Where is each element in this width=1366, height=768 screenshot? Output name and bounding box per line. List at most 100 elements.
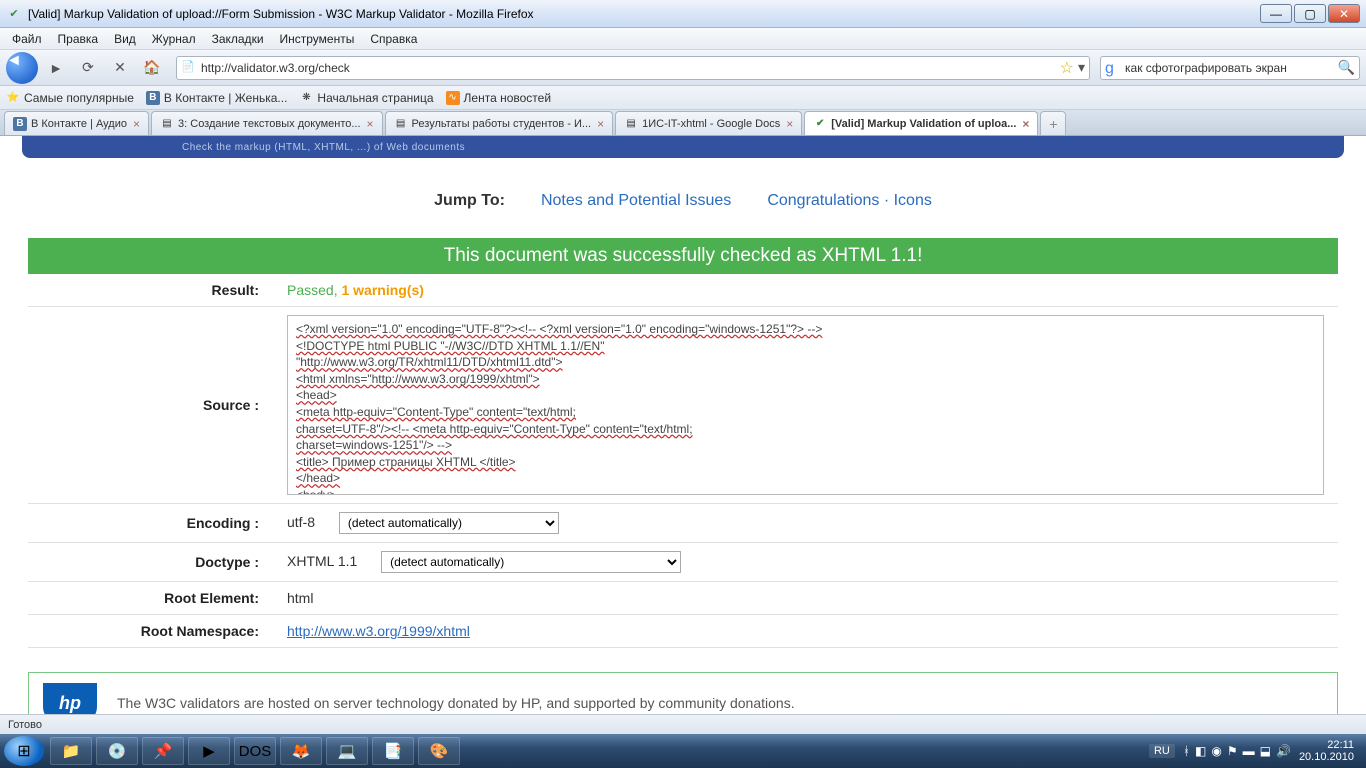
encoding-select[interactable]: (detect automatically) bbox=[339, 512, 559, 534]
doctype-label: Doctype : bbox=[28, 543, 273, 582]
menu-закладки[interactable]: Закладки bbox=[204, 30, 272, 48]
gear-icon: ❋ bbox=[299, 91, 313, 105]
jumpto-link-notes[interactable]: Notes and Potential Issues bbox=[541, 192, 731, 210]
bookmark-star-icon[interactable]: ☆ bbox=[1060, 58, 1074, 78]
tab[interactable]: ▤ Результаты работы студентов - И... × bbox=[385, 111, 614, 135]
menu-вид[interactable]: Вид bbox=[106, 30, 144, 48]
result-passed: Passed, bbox=[287, 282, 341, 298]
tray-icon[interactable]: ⬓ bbox=[1260, 744, 1271, 758]
back-button[interactable]: ◄ bbox=[6, 52, 38, 84]
flag-icon[interactable]: ⚑ bbox=[1227, 744, 1238, 758]
results-table: Result: Passed, 1 warning(s) Source : <?… bbox=[28, 274, 1338, 648]
result-label: Result: bbox=[28, 274, 273, 307]
tab-label: В Контакте | Аудио bbox=[31, 118, 127, 130]
bookmark-label: Начальная страница bbox=[317, 91, 433, 105]
home-button[interactable]: 🏠 bbox=[138, 54, 166, 82]
network-icon[interactable]: ▬ bbox=[1243, 744, 1255, 758]
taskbar-app-button[interactable]: 🎨 bbox=[418, 737, 460, 765]
search-go-icon[interactable]: 🔍 bbox=[1338, 59, 1355, 76]
maximize-button[interactable]: ▢ bbox=[1294, 4, 1326, 23]
tab-label: [Valid] Markup Validation of uploa... bbox=[831, 118, 1016, 130]
url-input[interactable] bbox=[201, 61, 1056, 75]
url-dropdown-icon[interactable]: ▾ bbox=[1078, 59, 1085, 76]
doc-icon: ▤ bbox=[394, 117, 408, 131]
bookmark-item[interactable]: ❋ Начальная страница bbox=[299, 91, 433, 105]
vk-icon: B bbox=[146, 91, 160, 105]
tab-close-icon[interactable]: × bbox=[367, 117, 374, 131]
tray-icon[interactable]: ◉ bbox=[1211, 744, 1221, 758]
menu-файл[interactable]: Файл bbox=[4, 30, 50, 48]
hp-logo: hp bbox=[43, 683, 97, 714]
forward-button[interactable]: ► bbox=[42, 54, 70, 82]
jumpto-link-congrats[interactable]: Congratulations · Icons bbox=[767, 192, 932, 210]
tray-icon[interactable]: ◧ bbox=[1195, 744, 1206, 758]
page-content: Check the markup (HTML, XHTML, ...) of W… bbox=[0, 136, 1366, 714]
window-title: [Valid] Markup Validation of upload://Fo… bbox=[28, 7, 534, 21]
url-bar[interactable]: 📄 ☆ ▾ bbox=[176, 56, 1090, 80]
menu-инструменты[interactable]: Инструменты bbox=[272, 30, 363, 48]
taskbar-app-button[interactable]: ▶ bbox=[188, 737, 230, 765]
stop-button[interactable]: ✕ bbox=[106, 54, 134, 82]
tabs-strip: BВ Контакте | Аудио×▤3: Создание текстов… bbox=[0, 110, 1366, 136]
menu-справка[interactable]: Справка bbox=[362, 30, 425, 48]
search-bar[interactable]: g 🔍 bbox=[1100, 56, 1360, 80]
status-text: Готово bbox=[8, 719, 42, 731]
reload-button[interactable]: ⟳ bbox=[74, 54, 102, 82]
new-tab-button[interactable]: + bbox=[1040, 111, 1066, 135]
menu-правка[interactable]: Правка bbox=[50, 30, 107, 48]
clock[interactable]: 22:11 20.10.2010 bbox=[1299, 739, 1354, 763]
valid-icon: ✔ bbox=[813, 117, 827, 131]
bookmark-label: Лента новостей bbox=[464, 91, 552, 105]
tab-close-icon[interactable]: × bbox=[1022, 117, 1029, 131]
taskbar-app-button[interactable]: 📑 bbox=[372, 737, 414, 765]
rss-icon: ∿ bbox=[446, 91, 460, 105]
time-text: 22:11 bbox=[1299, 739, 1354, 751]
windows-logo-icon: ⊞ bbox=[17, 741, 30, 761]
tab-close-icon[interactable]: × bbox=[786, 117, 793, 131]
taskbar-app-button[interactable]: 💿 bbox=[96, 737, 138, 765]
taskbar-app-button[interactable]: 🦊 bbox=[280, 737, 322, 765]
sponsor-text: The W3C validators are hosted on server … bbox=[117, 695, 795, 711]
menu-журнал[interactable]: Журнал bbox=[144, 30, 204, 48]
rootns-row: Root Namespace: http://www.w3.org/1999/x… bbox=[28, 615, 1338, 648]
nav-toolbar: ◄ ► ⟳ ✕ 🏠 📄 ☆ ▾ g 🔍 bbox=[0, 50, 1366, 86]
tab-close-icon[interactable]: × bbox=[133, 117, 140, 131]
result-row: Result: Passed, 1 warning(s) bbox=[28, 274, 1338, 307]
statusbar: Готово bbox=[0, 714, 1366, 734]
start-button[interactable]: ⊞ bbox=[4, 736, 44, 766]
bookmark-item[interactable]: ∿ Лента новостей bbox=[446, 91, 552, 105]
doc-icon: ▤ bbox=[624, 117, 638, 131]
date-text: 20.10.2010 bbox=[1299, 751, 1354, 763]
minimize-button[interactable]: — bbox=[1260, 4, 1292, 23]
doctype-select[interactable]: (detect automatically) bbox=[381, 551, 681, 573]
bluetooth-icon[interactable]: ᚼ bbox=[1183, 744, 1190, 758]
app-icon: 📁 bbox=[62, 742, 81, 760]
tab-close-icon[interactable]: × bbox=[597, 117, 604, 131]
window-controls: — ▢ ✕ bbox=[1260, 4, 1360, 23]
taskbar-app-button[interactable]: 📌 bbox=[142, 737, 184, 765]
menu-bar: ФайлПравкаВидЖурналЗакладкиИнструментыСп… bbox=[0, 28, 1366, 50]
bookmark-label: Самые популярные bbox=[24, 91, 134, 105]
tab[interactable]: ✔ [Valid] Markup Validation of uploa... × bbox=[804, 111, 1038, 135]
volume-icon[interactable]: 🔊 bbox=[1276, 744, 1291, 758]
close-button[interactable]: ✕ bbox=[1328, 4, 1360, 23]
tab[interactable]: ▤3: Создание текстовых документо...× bbox=[151, 111, 383, 135]
tab-label: Результаты работы студентов - И... bbox=[412, 118, 592, 130]
rootns-link[interactable]: http://www.w3.org/1999/xhtml bbox=[287, 623, 470, 639]
encoding-row: Encoding : utf-8 (detect automatically) bbox=[28, 504, 1338, 543]
tab[interactable]: B В Контакте | Аудио × bbox=[4, 111, 149, 135]
taskbar-app-button[interactable]: DOS bbox=[234, 737, 276, 765]
vk-icon: B bbox=[13, 117, 27, 131]
bookmarks-bar: ⭐Самые популярные BВ Контакте | Женька...… bbox=[0, 86, 1366, 110]
taskbar-app-button[interactable]: 📁 bbox=[50, 737, 92, 765]
language-indicator[interactable]: RU bbox=[1149, 744, 1175, 758]
taskbar-app-button[interactable]: 💻 bbox=[326, 737, 368, 765]
tab-label: 1ИС-IT-xhtml - Google Docs bbox=[642, 118, 780, 130]
source-textarea[interactable]: <?xml version="1.0" encoding="UTF-8"?><!… bbox=[287, 315, 1324, 495]
app-icon: 📌 bbox=[154, 742, 173, 760]
bookmark-item[interactable]: ⭐Самые популярные bbox=[6, 91, 134, 105]
doctype-value: XHTML 1.1 bbox=[287, 553, 357, 569]
bookmark-item[interactable]: BВ Контакте | Женька... bbox=[146, 91, 288, 105]
tab[interactable]: ▤ 1ИС-IT-xhtml - Google Docs × bbox=[615, 111, 802, 135]
search-input[interactable] bbox=[1125, 61, 1338, 75]
